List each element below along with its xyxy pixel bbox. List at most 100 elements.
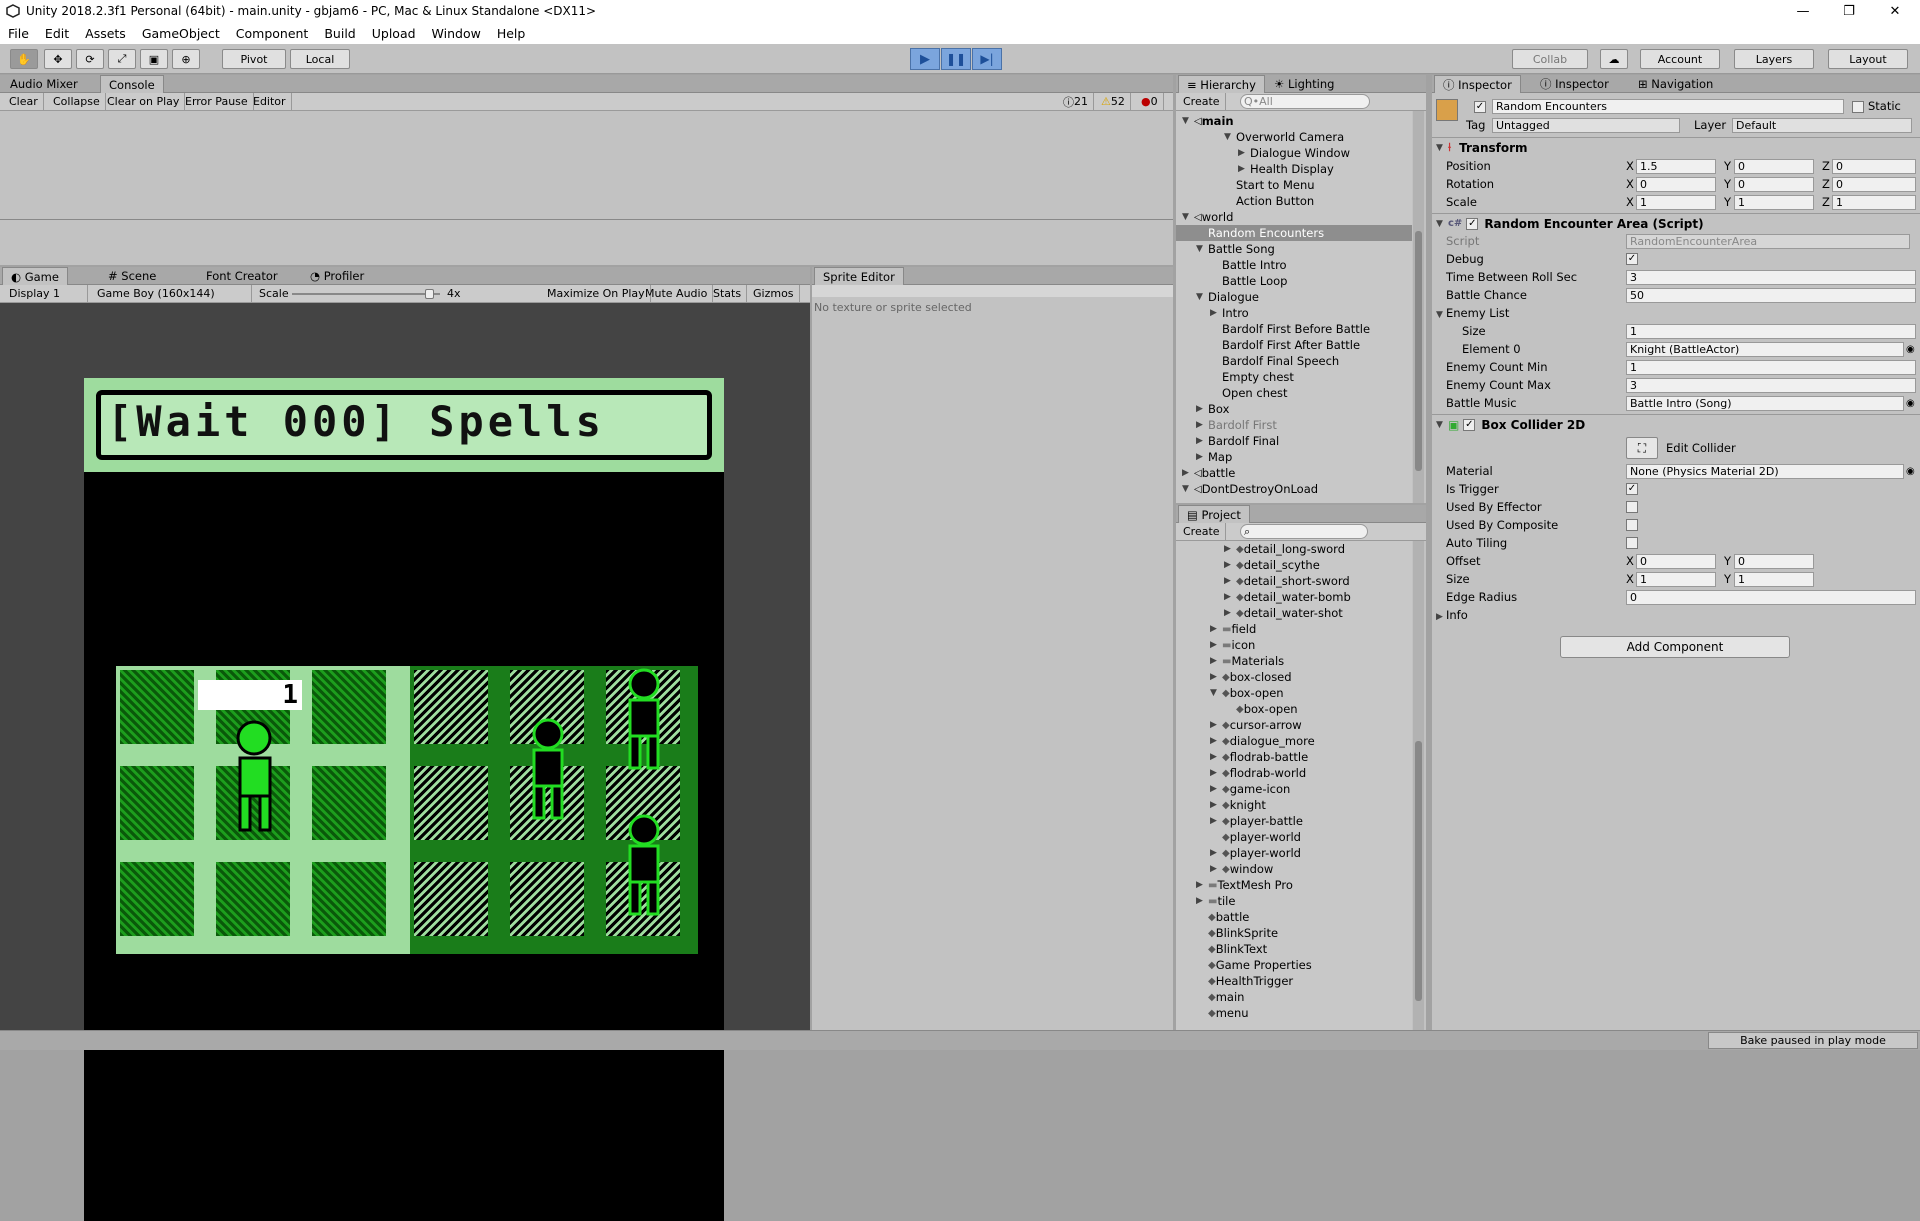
tab-project[interactable]: ▤ Project — [1178, 505, 1250, 523]
hierarchy-scroll-thumb[interactable] — [1415, 231, 1422, 471]
project-row[interactable]: ▶ ◆ dialogue_more — [1176, 733, 1412, 749]
project-row[interactable]: ▶ ▬ icon — [1176, 637, 1412, 653]
hierarchy-row[interactable]: ▶ ◁ battle — [1176, 465, 1412, 481]
scale-slider[interactable] — [292, 289, 440, 299]
hierarchy-row[interactable]: Action Button — [1176, 193, 1412, 209]
hierarchy-row[interactable]: Bardolf First Before Battle — [1176, 321, 1412, 337]
position-x-field[interactable]: 1.5 — [1636, 158, 1716, 174]
collapsed-arrow-icon[interactable]: ▶ — [1196, 436, 1208, 446]
project-row[interactable]: ◆ Game Properties — [1176, 957, 1412, 973]
collapsed-arrow-icon[interactable]: ▶ — [1196, 420, 1208, 430]
scale-z-field[interactable]: 1 — [1832, 194, 1916, 210]
scale-y-field[interactable]: 1 — [1734, 194, 1814, 210]
object-name-field[interactable]: Random Encounters — [1492, 99, 1844, 114]
position-z-field[interactable]: 0 — [1832, 158, 1916, 174]
project-row[interactable]: ▶ ◆ game-icon — [1176, 781, 1412, 797]
hierarchy-scrollbar[interactable] — [1413, 111, 1424, 503]
maximize-on-play-button[interactable]: Maximize On Play — [542, 285, 651, 302]
hierarchy-row[interactable]: ▼ Overworld Camera — [1176, 129, 1412, 145]
layer-dropdown[interactable]: Default — [1732, 118, 1912, 133]
hierarchy-row[interactable]: Battle Loop — [1176, 273, 1412, 289]
project-row[interactable]: ◆ menu — [1176, 1005, 1412, 1021]
clear-on-play-button[interactable]: Clear on Play — [102, 93, 186, 110]
expanded-arrow-icon[interactable]: ▼ — [1210, 688, 1222, 698]
collapsed-arrow-icon[interactable]: ▶ — [1210, 864, 1222, 874]
project-row[interactable]: ◆ BlinkText — [1176, 941, 1412, 957]
transform-header[interactable]: ▼ ⟊ Transform — [1432, 137, 1920, 157]
menu-window[interactable]: Window — [424, 26, 489, 41]
offset-y-field[interactable]: 0 — [1734, 553, 1814, 569]
mute-audio-button[interactable]: Mute Audio — [640, 285, 714, 302]
collapsed-arrow-icon[interactable]: ▶ — [1224, 608, 1236, 618]
project-row[interactable]: ◆ battle — [1176, 909, 1412, 925]
project-row[interactable]: ▶ ◆ detail_water-shot — [1176, 605, 1412, 621]
count-max-field[interactable]: 3 — [1626, 377, 1916, 393]
step-button[interactable]: ▶| — [972, 48, 1002, 70]
hierarchy-search-input[interactable]: Q•All — [1240, 94, 1370, 109]
tab-navigation[interactable]: ⊞ Navigation — [1630, 75, 1721, 93]
hierarchy-row[interactable]: ▶ Intro — [1176, 305, 1412, 321]
active-checkbox[interactable]: ✓ — [1474, 101, 1486, 113]
collapsed-arrow-icon[interactable]: ▶ — [1210, 640, 1222, 650]
expanded-arrow-icon[interactable]: ▼ — [1196, 244, 1208, 254]
expanded-arrow-icon[interactable]: ▼ — [1182, 484, 1194, 494]
collapsed-arrow-icon[interactable]: ▶ — [1210, 800, 1222, 810]
collapsed-arrow-icon[interactable]: ▶ — [1210, 736, 1222, 746]
project-row[interactable]: ◆ HealthTrigger — [1176, 973, 1412, 989]
rotation-y-field[interactable]: 0 — [1734, 176, 1814, 192]
collapsed-arrow-icon[interactable]: ▶ — [1196, 896, 1208, 906]
edge-radius-field[interactable]: 0 — [1626, 589, 1916, 605]
scale-x-field[interactable]: 1 — [1636, 194, 1716, 210]
project-row[interactable]: ▶ ◆ detail_scythe — [1176, 557, 1412, 573]
battle-music-picker-icon[interactable]: ◉ — [1906, 398, 1915, 409]
cloud-button[interactable]: ☁ — [1600, 49, 1628, 69]
collapsed-arrow-icon[interactable]: ▶ — [1210, 656, 1222, 666]
project-row[interactable]: ▶ ◆ detail_water-bomb — [1176, 589, 1412, 605]
project-row[interactable]: ▶ ◆ flodrab-world — [1176, 765, 1412, 781]
size-x-field[interactable]: 1 — [1636, 571, 1716, 587]
project-row[interactable]: ▶ ◆ knight — [1176, 797, 1412, 813]
project-row[interactable]: ◆ main — [1176, 989, 1412, 1005]
menu-edit[interactable]: Edit — [37, 26, 77, 41]
collapsed-arrow-icon[interactable]: ▶ — [1196, 452, 1208, 462]
maximize-button[interactable]: ❐ — [1826, 0, 1872, 22]
time-between-field[interactable]: 3 — [1626, 269, 1916, 285]
collapsed-arrow-icon[interactable]: ▶ — [1210, 816, 1222, 826]
collapsed-arrow-icon[interactable]: ▶ — [1210, 624, 1222, 634]
collapsed-arrow-icon[interactable]: ▶ — [1182, 468, 1194, 478]
account-dropdown[interactable]: Account — [1640, 49, 1720, 69]
project-create-dropdown[interactable]: Create — [1178, 523, 1226, 540]
collapsed-arrow-icon[interactable]: ▶ — [1238, 148, 1250, 158]
clear-button[interactable]: Clear — [4, 93, 44, 110]
project-row[interactable]: ▶ ◆ detail_short-sword — [1176, 573, 1412, 589]
gizmos-dropdown[interactable]: Gizmos — [748, 285, 800, 302]
static-checkbox[interactable] — [1852, 101, 1864, 113]
tab-scene[interactable]: # Scene — [100, 267, 164, 285]
collab-button[interactable]: Collab — [1512, 49, 1588, 69]
collapsed-arrow-icon[interactable]: ▶ — [1224, 576, 1236, 586]
menu-file[interactable]: File — [0, 26, 37, 41]
hierarchy-row[interactable]: ▶ Box — [1176, 401, 1412, 417]
menu-help[interactable]: Help — [489, 26, 534, 41]
collapsed-arrow-icon[interactable]: ▶ — [1210, 784, 1222, 794]
script-enabled-checkbox[interactable]: ✓ — [1466, 217, 1479, 230]
scale-slider-thumb[interactable] — [425, 289, 434, 299]
rotate-tool-button[interactable]: ⟳ — [76, 49, 104, 69]
pivot-button[interactable]: Pivot — [222, 49, 286, 69]
project-scroll-thumb[interactable] — [1415, 741, 1422, 1001]
edit-collider-button[interactable]: ⛶ — [1626, 437, 1658, 459]
hierarchy-row[interactable]: ▶ Dialogue Window — [1176, 145, 1412, 161]
rect-tool-button[interactable]: ▣ — [140, 49, 168, 69]
project-row[interactable]: ▶ ◆ detail_long-sword — [1176, 541, 1412, 557]
material-field[interactable]: None (Physics Material 2D) — [1626, 463, 1904, 479]
tab-hierarchy[interactable]: ≡ Hierarchy — [1178, 75, 1265, 93]
display-dropdown[interactable]: Display 1 — [4, 285, 88, 302]
hierarchy-row[interactable]: Bardolf First After Battle — [1176, 337, 1412, 353]
warning-count[interactable]: ⚠ 52 — [1096, 93, 1131, 110]
collider-component-header[interactable]: ▼ ▣ ✓ Box Collider 2D — [1432, 414, 1920, 434]
project-row[interactable]: ◆ BlinkSprite — [1176, 925, 1412, 941]
collapsed-arrow-icon[interactable]: ▶ — [1210, 720, 1222, 730]
move-tool-button[interactable]: ✥ — [44, 49, 72, 69]
collapsed-arrow-icon[interactable]: ▶ — [1210, 308, 1222, 318]
hierarchy-create-dropdown[interactable]: Create — [1178, 93, 1226, 110]
